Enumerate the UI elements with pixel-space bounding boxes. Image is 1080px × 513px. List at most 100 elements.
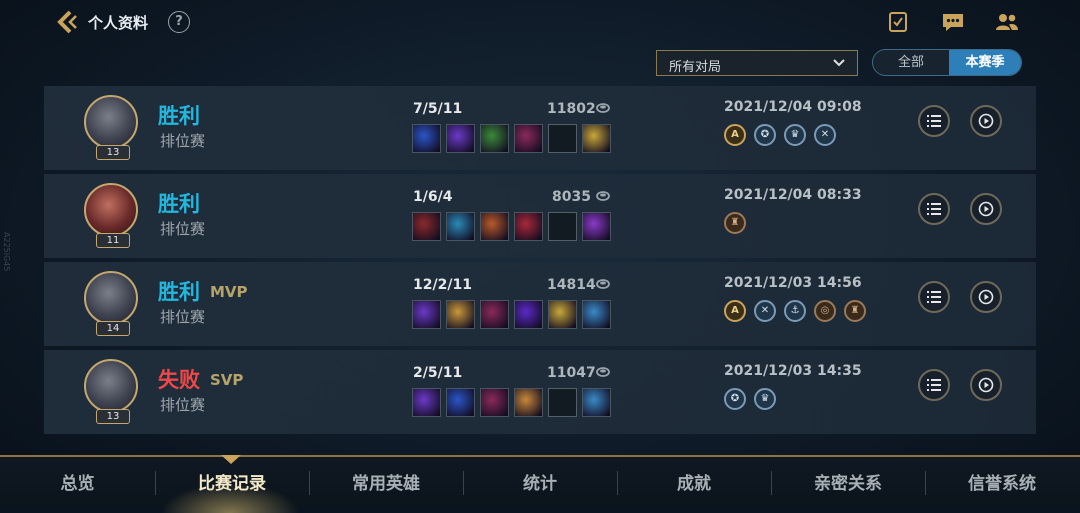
- match-date: 2021/12/04 08:33: [724, 187, 862, 203]
- item-icon[interactable]: [412, 212, 441, 241]
- nav-tab[interactable]: 比赛记录: [155, 457, 309, 508]
- achievement-badge-icon[interactable]: ♛: [754, 388, 776, 410]
- match-mode: 排位赛: [160, 132, 206, 150]
- item-icon[interactable]: [582, 300, 611, 329]
- achievement-badge-icon[interactable]: ♜: [724, 212, 746, 234]
- achievement-badge-icon[interactable]: A: [724, 124, 746, 146]
- hero-avatar[interactable]: [84, 271, 138, 325]
- task-icon[interactable]: [886, 11, 910, 33]
- match-type-value: 所有对局: [669, 60, 722, 75]
- gold-amount: 8035: [552, 189, 591, 205]
- chat-icon[interactable]: [941, 11, 965, 33]
- match-mode: 排位赛: [160, 308, 206, 326]
- match-detail-button[interactable]: [918, 369, 950, 401]
- match-result: 胜利: [158, 104, 200, 128]
- match-row[interactable]: 11 胜利 排位赛 1/6/4 8035 2021/12/04 08:33 ♜: [44, 174, 1036, 258]
- item-icon[interactable]: [514, 388, 543, 417]
- hero-level: 13: [96, 409, 130, 424]
- item-icon[interactable]: [514, 124, 543, 153]
- match-type-dropdown[interactable]: 所有对局: [656, 50, 858, 76]
- match-detail-button[interactable]: [918, 281, 950, 313]
- nav-divider: [309, 471, 310, 495]
- match-date: 2021/12/03 14:56: [724, 275, 862, 291]
- match-mode: 排位赛: [160, 396, 206, 414]
- hero-level: 13: [96, 145, 130, 160]
- nav-divider: [925, 471, 926, 495]
- hero-avatar[interactable]: [84, 183, 138, 237]
- item-icon[interactable]: [582, 388, 611, 417]
- gold-coin-icon: [596, 103, 610, 113]
- match-replay-button[interactable]: [970, 369, 1002, 401]
- match-row[interactable]: 13 胜利 排位赛 7/5/11 11802 2021/12/04 09:08 A ✪ ♛ ✕: [44, 86, 1036, 170]
- achievement-badge-icon[interactable]: ♛: [784, 124, 806, 146]
- nav-tab[interactable]: 信誉系统: [925, 457, 1079, 508]
- replay-icon: [978, 201, 994, 217]
- match-row[interactable]: 13 失败 SVP 排位赛 2/5/11 11047 2021/12/03 14:35 ✪ ♛: [44, 350, 1036, 434]
- nav-tab[interactable]: 统计: [463, 457, 617, 508]
- match-detail-button[interactable]: [918, 105, 950, 137]
- match-replay-button[interactable]: [970, 193, 1002, 225]
- list-icon: [927, 203, 941, 215]
- list-icon: [927, 379, 941, 391]
- season-option-all[interactable]: 全部: [873, 50, 949, 75]
- kda: 12/2/11: [413, 277, 472, 293]
- back-arrow-icon[interactable]: [54, 9, 80, 35]
- item-icon[interactable]: [582, 124, 611, 153]
- match-honor-tag: SVP: [210, 371, 244, 389]
- nav-tab[interactable]: 亲密关系: [771, 457, 925, 508]
- achievement-badge-icon[interactable]: ✕: [754, 300, 776, 322]
- item-icon[interactable]: [548, 300, 577, 329]
- item-icon[interactable]: [480, 212, 509, 241]
- achievement-badge-icon[interactable]: ✕: [814, 124, 836, 146]
- gold-amount: 14814: [547, 277, 596, 293]
- item-icon[interactable]: [412, 124, 441, 153]
- match-replay-button[interactable]: [970, 281, 1002, 313]
- item-icon[interactable]: [514, 212, 543, 241]
- kda: 2/5/11: [413, 365, 463, 381]
- hero-avatar[interactable]: [84, 359, 138, 413]
- empty-item-slot: [548, 124, 577, 153]
- item-icon[interactable]: [480, 388, 509, 417]
- item-icon[interactable]: [446, 212, 475, 241]
- achievement-badge-icon[interactable]: ⚓: [784, 300, 806, 322]
- item-icon[interactable]: [412, 300, 441, 329]
- match-honor-tag: MVP: [210, 283, 248, 301]
- item-icon[interactable]: [480, 124, 509, 153]
- gold-amount: 11802: [547, 101, 596, 117]
- page-title: 个人资料: [88, 14, 149, 32]
- achievement-badge-icon[interactable]: ✪: [724, 388, 746, 410]
- nav-tab[interactable]: 总览: [0, 457, 155, 508]
- achievement-badge-icon[interactable]: ✪: [754, 124, 776, 146]
- nav-divider: [155, 471, 156, 495]
- help-icon[interactable]: ?: [168, 11, 190, 33]
- list-icon: [927, 115, 941, 127]
- empty-item-slot: [548, 388, 577, 417]
- replay-icon: [978, 377, 994, 393]
- season-toggle[interactable]: 全部 本赛季: [872, 49, 1022, 76]
- nav-tab[interactable]: 成就: [617, 457, 771, 508]
- replay-icon: [978, 289, 994, 305]
- item-icon[interactable]: [446, 300, 475, 329]
- item-icon[interactable]: [480, 300, 509, 329]
- item-icon[interactable]: [412, 388, 441, 417]
- nav-tab[interactable]: 常用英雄: [309, 457, 463, 508]
- chevron-down-icon: [833, 59, 845, 67]
- friends-icon[interactable]: [995, 11, 1019, 33]
- hero-avatar[interactable]: [84, 95, 138, 149]
- item-icon[interactable]: [446, 124, 475, 153]
- match-result: 失败: [158, 368, 200, 392]
- match-result: 胜利: [158, 280, 200, 304]
- item-icon[interactable]: [582, 212, 611, 241]
- gold-coin-icon: [596, 367, 610, 377]
- match-row[interactable]: 14 胜利 MVP 排位赛 12/2/11 14814 2021/12/03 14:56 A ✕…: [44, 262, 1036, 346]
- season-option-current[interactable]: 本赛季: [949, 50, 1021, 75]
- empty-item-slot: [548, 212, 577, 241]
- gold-amount: 11047: [547, 365, 596, 381]
- achievement-badge-icon[interactable]: A: [724, 300, 746, 322]
- match-replay-button[interactable]: [970, 105, 1002, 137]
- match-detail-button[interactable]: [918, 193, 950, 225]
- achievement-badge-icon[interactable]: ◎: [814, 300, 836, 322]
- item-icon[interactable]: [446, 388, 475, 417]
- item-icon[interactable]: [514, 300, 543, 329]
- achievement-badge-icon[interactable]: ♜: [844, 300, 866, 322]
